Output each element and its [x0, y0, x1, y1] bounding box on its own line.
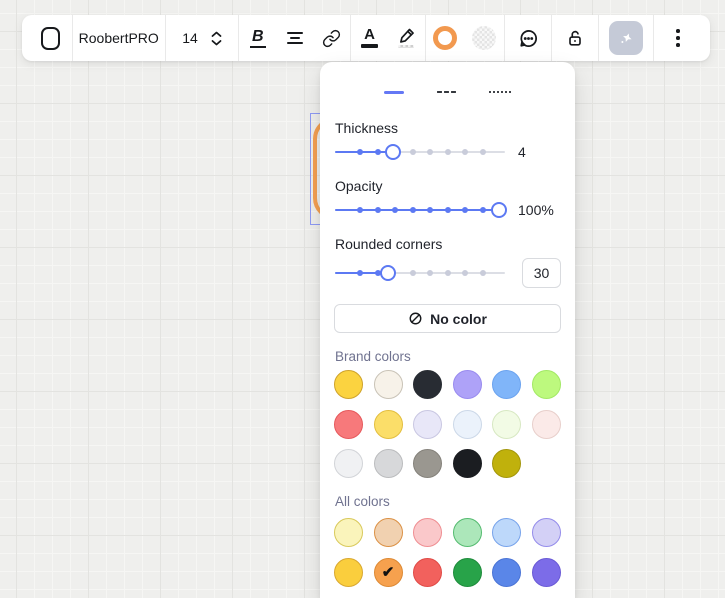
more-options-button[interactable]	[654, 15, 702, 61]
shape-button[interactable]	[30, 15, 72, 61]
line-style-dotted[interactable]	[489, 80, 511, 104]
color-swatch[interactable]	[413, 518, 442, 547]
opacity-label: Opacity	[335, 178, 575, 194]
font-size-decrease-icon[interactable]	[211, 39, 222, 46]
swatch-row	[334, 449, 561, 478]
whiteboard-canvas[interactable]: RoobertPRO 14 B A	[0, 0, 725, 598]
rounded-corners-slider[interactable]	[335, 263, 505, 283]
color-swatch[interactable]	[374, 410, 403, 439]
thickness-value: 4	[518, 144, 526, 160]
color-swatch[interactable]	[334, 449, 363, 478]
color-swatch[interactable]	[334, 410, 363, 439]
link-icon	[322, 29, 341, 48]
color-swatch[interactable]	[374, 449, 403, 478]
stroke-settings-panel: Thickness 4 Opacity 100% Rounded corners…	[320, 62, 575, 598]
dotted-line-icon	[489, 91, 511, 94]
swatch-row	[334, 410, 561, 439]
color-swatch[interactable]	[453, 370, 482, 399]
bold-button[interactable]: B	[239, 15, 276, 61]
solid-line-icon	[384, 91, 404, 94]
text-color-button[interactable]: A	[351, 15, 388, 61]
font-size-increase-icon[interactable]	[211, 31, 222, 38]
color-swatch[interactable]	[532, 370, 561, 399]
color-swatch[interactable]	[334, 558, 363, 587]
line-style-dashed[interactable]	[437, 80, 456, 104]
swatch-row	[334, 518, 561, 547]
text-color-icon: A	[361, 28, 378, 48]
opacity-value: 100%	[518, 202, 554, 218]
opacity-slider[interactable]	[335, 200, 505, 220]
color-swatch[interactable]	[453, 449, 482, 478]
brand-colors-grid	[334, 370, 561, 478]
line-style-solid-selected[interactable]	[384, 80, 404, 104]
line-style-selector	[320, 80, 575, 104]
color-swatch[interactable]	[334, 518, 363, 547]
font-size-value[interactable]: 14	[182, 30, 198, 46]
brand-colors-label: Brand colors	[335, 349, 575, 364]
bold-icon: B	[250, 28, 266, 48]
highlighter-icon	[398, 28, 415, 49]
all-colors-grid: ✔	[334, 518, 561, 587]
color-swatch[interactable]	[492, 558, 521, 587]
color-swatch[interactable]	[413, 449, 442, 478]
color-swatch[interactable]	[413, 370, 442, 399]
color-swatch[interactable]	[334, 370, 363, 399]
color-swatch[interactable]	[492, 410, 521, 439]
stroke-color-button[interactable]	[426, 15, 465, 61]
color-swatch[interactable]	[413, 410, 442, 439]
color-swatch[interactable]	[532, 558, 561, 587]
thickness-slider[interactable]	[335, 142, 505, 162]
highlight-color-button[interactable]	[388, 15, 425, 61]
font-family-selector[interactable]: RoobertPRO	[73, 15, 165, 61]
comment-button[interactable]	[505, 15, 552, 61]
no-color-button[interactable]: No color	[334, 304, 561, 333]
lock-button[interactable]	[552, 15, 598, 61]
link-button[interactable]	[313, 15, 350, 61]
color-swatch[interactable]	[492, 518, 521, 547]
color-swatch[interactable]	[453, 558, 482, 587]
no-color-label: No color	[430, 311, 487, 327]
font-size-stepper	[211, 31, 222, 46]
color-swatch[interactable]	[492, 370, 521, 399]
text-align-button[interactable]	[276, 15, 313, 61]
color-swatch[interactable]	[374, 370, 403, 399]
color-swatch[interactable]	[413, 558, 442, 587]
unlock-icon	[565, 28, 585, 48]
color-swatch[interactable]	[532, 410, 561, 439]
color-swatch[interactable]	[532, 518, 561, 547]
ai-magic-button-disabled	[599, 15, 653, 61]
fill-color-transparent-icon	[472, 26, 496, 50]
font-size-control: 14	[166, 15, 239, 61]
rounded-corners-label: Rounded corners	[335, 236, 575, 252]
rounded-corners-input[interactable]	[522, 258, 561, 288]
swatch-row: ✔	[334, 558, 561, 587]
all-colors-label: All colors	[335, 494, 575, 509]
no-color-icon	[408, 311, 423, 326]
color-swatch[interactable]	[453, 518, 482, 547]
thickness-label: Thickness	[335, 120, 575, 136]
sparkle-icon	[609, 21, 643, 55]
color-swatch[interactable]	[492, 449, 521, 478]
check-icon: ✔	[375, 559, 402, 586]
swatch-row	[334, 370, 561, 399]
font-name-label: RoobertPRO	[79, 30, 159, 46]
stroke-color-indicator-icon	[433, 26, 457, 50]
color-swatch[interactable]	[453, 410, 482, 439]
comment-icon	[518, 28, 539, 49]
fill-color-button[interactable]	[465, 15, 504, 61]
dashed-line-icon	[437, 91, 456, 94]
kebab-menu-icon	[676, 29, 680, 47]
align-center-icon	[287, 32, 303, 44]
color-swatch[interactable]	[374, 518, 403, 547]
formatting-toolbar: RoobertPRO 14 B A	[22, 15, 710, 61]
color-swatch-selected[interactable]: ✔	[374, 558, 403, 587]
rounded-square-icon	[41, 27, 60, 50]
